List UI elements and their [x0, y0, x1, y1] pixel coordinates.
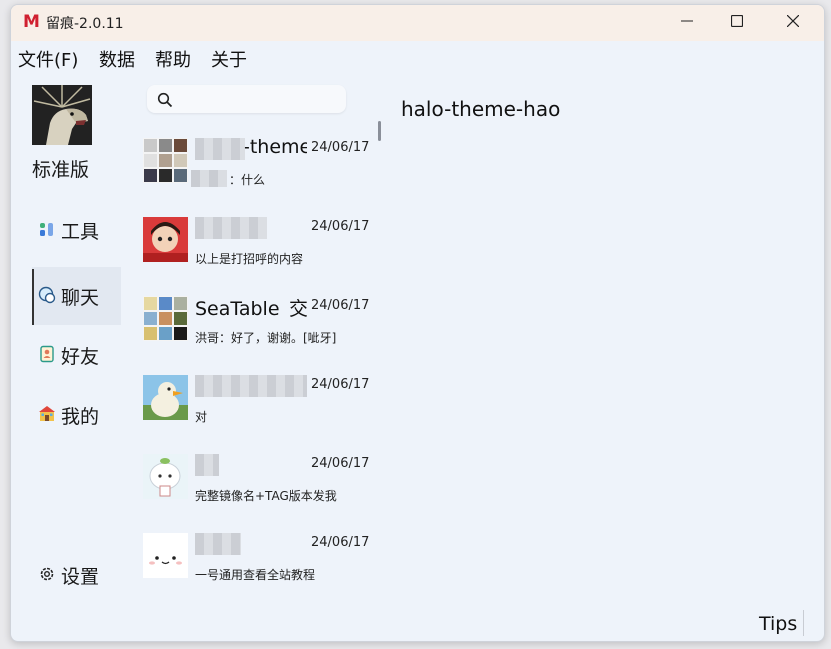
app-logo-icon: M — [23, 12, 40, 32]
chat-list-item[interactable]: -theme 24/06/17 ：什么 — [143, 136, 375, 208]
menu-data[interactable]: 数据 — [99, 46, 135, 72]
duck-avatar-icon — [143, 375, 188, 420]
blurred-text — [195, 217, 267, 239]
chat-date: 24/06/17 — [311, 377, 370, 392]
chat-list-scrollbar[interactable] — [378, 121, 381, 141]
active-indicator — [32, 269, 34, 325]
blurred-text — [195, 138, 245, 160]
chat-name-text: -theme — [243, 136, 307, 158]
gear-icon — [40, 567, 54, 581]
chat-preview: 洪哥：好了，谢谢。[呲牙] — [195, 331, 337, 345]
nav-mine-label: 我的 — [61, 406, 100, 428]
contact-avatar — [143, 375, 188, 420]
blurred-text — [191, 170, 227, 187]
blurred-text — [195, 533, 241, 555]
chat-preview-text: ：什么 — [229, 173, 266, 187]
chat-list-item[interactable]: 24/06/17 以上是打招呼的内容 — [143, 217, 375, 287]
chat-name — [195, 531, 307, 555]
house-icon — [39, 406, 55, 421]
edition-label: 标准版 — [32, 159, 90, 181]
user-avatar[interactable] — [32, 85, 92, 145]
chat-name — [195, 215, 307, 239]
chat-preview: 对 — [195, 410, 208, 424]
tools-icon — [40, 223, 53, 236]
menu-bar: 文件(F) 数据 帮助 关于 — [11, 41, 824, 75]
window-title: 留痕-2.0.11 — [46, 16, 124, 32]
chat-date: 24/06/17 — [311, 219, 370, 234]
chat-date: 24/06/17 — [311, 140, 370, 155]
menu-help[interactable]: 帮助 — [155, 46, 191, 72]
nav-tools[interactable]: 工具 — [32, 201, 121, 259]
group-avatar — [143, 296, 188, 341]
contacts-icon — [40, 345, 54, 363]
girl-avatar-icon — [143, 217, 188, 262]
title-bar[interactable]: M 留痕-2.0.11 — [11, 5, 824, 41]
cute-face-avatar-icon — [143, 533, 188, 578]
nav-tools-label: 工具 — [61, 221, 100, 243]
maximize-button[interactable] — [708, 5, 766, 39]
close-icon — [787, 15, 799, 27]
chat-name — [195, 373, 307, 397]
chat-name: SeaTable_交 — [195, 294, 307, 318]
chat-date: 24/06/17 — [311, 535, 370, 550]
chat-list-item[interactable]: 24/06/17 一号通用查看全站教程 — [143, 533, 375, 603]
chat-list-item[interactable]: SeaTable_交 24/06/17 洪哥：好了，谢谢。[呲牙] — [143, 296, 375, 366]
divider — [803, 610, 804, 636]
menu-about[interactable]: 关于 — [211, 46, 247, 72]
search-icon — [157, 92, 173, 108]
dinosaur-avatar-icon — [32, 85, 92, 145]
chat-name-text: SeaTable_交 — [195, 298, 307, 318]
search-input[interactable] — [147, 85, 346, 113]
cartoon-avatar-icon — [143, 454, 188, 499]
group-grid-avatar-icon — [143, 296, 188, 341]
chat-list-item[interactable]: 24/06/17 完整镜像名+TAG版本发我 — [143, 454, 375, 524]
menu-file[interactable]: 文件(F) — [18, 46, 78, 72]
minimize-icon — [681, 20, 693, 22]
nav-settings[interactable]: 设置 — [32, 546, 121, 604]
nav-settings-label: 设置 — [61, 566, 100, 588]
nav-chat-label: 聊天 — [61, 287, 100, 309]
group-grid-avatar-icon — [143, 138, 188, 183]
chat-preview: 一号通用查看全站教程 — [195, 568, 316, 582]
maximize-icon — [731, 15, 743, 27]
chat-icon — [38, 286, 56, 304]
contact-avatar — [143, 454, 188, 499]
chat-preview: 完整镜像名+TAG版本发我 — [195, 489, 337, 503]
contact-avatar — [143, 533, 188, 578]
chat-title: halo-theme-hao — [401, 97, 561, 121]
chat-date: 24/06/17 — [311, 298, 370, 313]
tips-button[interactable]: Tips — [759, 613, 797, 635]
chat-name — [195, 452, 307, 476]
close-button[interactable] — [764, 5, 822, 39]
chat-name: -theme — [195, 136, 307, 160]
chat-preview: 以上是打招呼的内容 — [195, 252, 304, 266]
chat-date: 24/06/17 — [311, 456, 370, 471]
app-window: M 留痕-2.0.11 文件(F) 数据 帮助 关于 标准版 工具 聊天 好友 … — [10, 4, 825, 642]
nav-mine[interactable]: 我的 — [32, 386, 121, 444]
nav-friends-label: 好友 — [61, 346, 100, 368]
chat-list-item[interactable]: 24/06/17 对 — [143, 375, 375, 445]
blurred-text — [195, 454, 219, 476]
blurred-text — [195, 375, 307, 397]
nav-chat[interactable]: 聊天 — [32, 267, 121, 325]
group-avatar — [143, 138, 188, 183]
nav-friends[interactable]: 好友 — [32, 326, 121, 384]
contact-avatar — [143, 217, 188, 262]
